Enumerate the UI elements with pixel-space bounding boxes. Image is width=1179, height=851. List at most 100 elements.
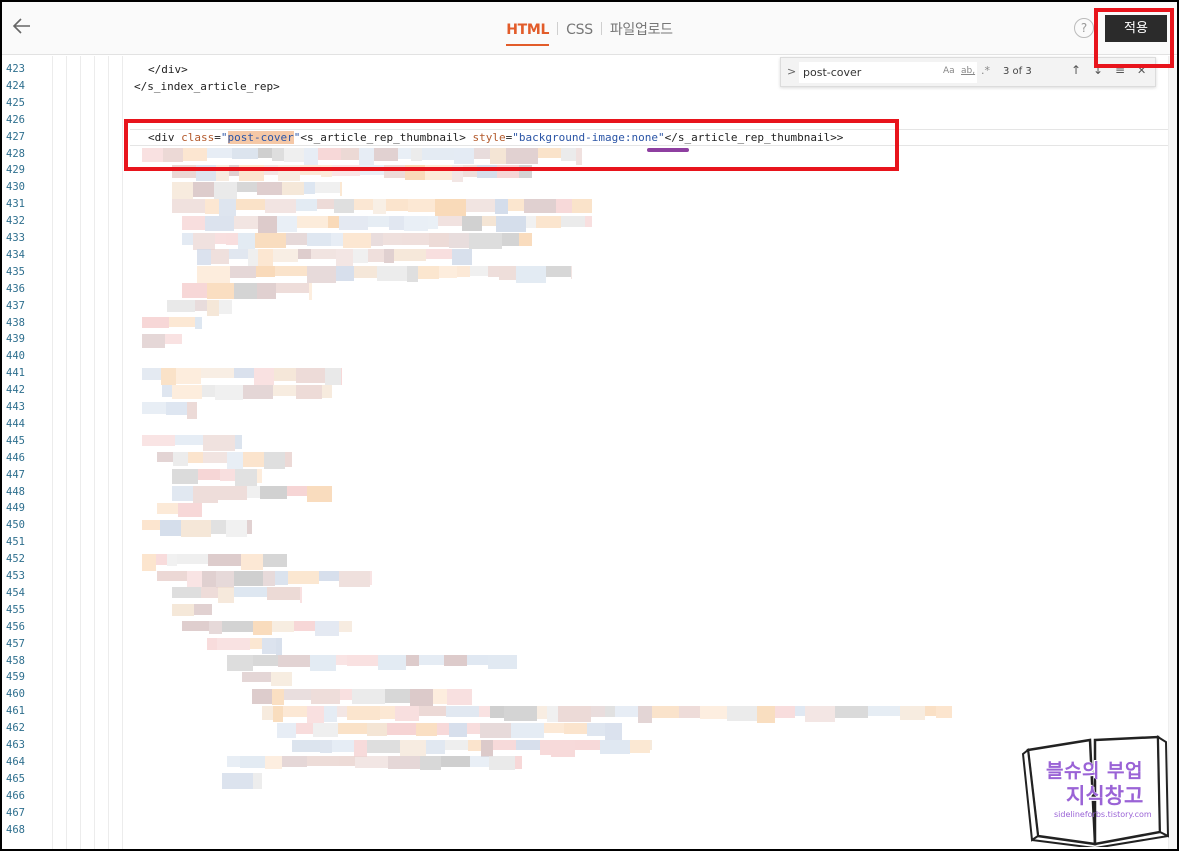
pixelated-block [547,705,558,722]
pixelated-block [248,249,258,267]
pixelated-block [367,739,400,753]
pixelated-block [315,621,339,637]
pixelated-block [284,688,311,700]
pixelated-block [292,739,320,752]
pixelated-block [172,181,193,199]
pixelated-block [275,266,307,277]
pixelated-block [600,739,630,754]
pixelated-block [195,317,202,329]
pixelated-block [368,215,389,227]
indent-guide [80,56,81,849]
pixelated-block [262,638,276,655]
pixelated-block [277,215,297,232]
pixelated-block [208,553,241,566]
pixelated-block [309,283,312,301]
pixelated-block [468,739,481,751]
pixelated-block [277,722,296,738]
pixelated-block [216,570,234,588]
tab-html[interactable]: HTML [506,22,549,46]
pixelated-block [385,688,410,703]
pixelated-block [347,655,378,666]
pixelated-block [727,705,757,721]
pixelated-block [307,705,324,723]
pixelated-block [480,722,511,738]
pixelated-block [462,215,482,231]
pixelated-block [218,587,234,604]
tab-css[interactable]: CSS [566,22,593,44]
line-number: 443 [6,401,25,413]
pixelated-block [388,756,420,770]
pixelated-block [339,621,352,633]
match-case-icon[interactable]: Aa [943,66,955,76]
pixelated-block [273,249,298,263]
pixelated-block [343,232,371,248]
pixelated-block [160,519,181,536]
pixelated-block [504,705,537,721]
pixelated-block [167,553,177,566]
line-number: 461 [6,705,25,718]
pixelated-block [236,198,265,210]
pixelated-block [177,553,208,564]
pixelated-block [194,604,212,616]
pixelated-block [227,756,240,768]
pixelated-block [540,739,551,755]
help-icon[interactable]: ? [1074,18,1094,38]
line-number: 430 [6,181,25,194]
pixelated-block [561,215,585,227]
tab-file-upload[interactable]: 파일업로드 [610,19,673,45]
pixelated-block [142,435,175,447]
watermark-subtitle: 지식창고 [1066,784,1144,808]
pixelated-block [202,384,215,397]
pixelated-block [243,452,264,468]
pixelated-block [495,198,508,214]
pixelated-block [209,621,222,635]
line-number: 463 [6,739,25,751]
regex-icon[interactable]: .* [981,64,990,77]
line-number: 428 [6,147,25,160]
pixelated-block [835,705,868,718]
find-expand-toggle[interactable]: > [787,65,796,78]
pixelated-block [227,452,243,470]
pixelated-block [387,722,416,735]
pixelated-block [142,333,165,348]
pixelated-block [298,249,311,260]
line-number: 454 [6,586,25,599]
pixelated-block [315,181,340,193]
pixelated-block [470,266,488,277]
pixelated-block [176,367,201,384]
pixelated-block [446,705,479,717]
pixelated-block [214,181,237,199]
pixelated-block [258,249,273,267]
pixelated-block [311,688,340,704]
pixelated-block [407,266,418,283]
line-number: 462 [6,722,25,735]
pixelated-block [287,486,307,496]
pixelated-block [282,181,304,195]
previous-match-icon[interactable]: ↑ [1071,63,1081,77]
pixelated-block [234,367,254,378]
pixelated-block [286,232,307,245]
pixelated-block [380,705,395,719]
pixelated-block [294,621,315,632]
pixelated-block [324,705,337,722]
whole-word-icon[interactable]: ab, [961,66,975,76]
pixelated-block [900,705,925,720]
pixelated-block [235,469,257,487]
pixelated-block [336,655,347,665]
code-editor[interactable]: </div> </s_index_article_rep> <div class… [2,56,1168,849]
pixelated-block [181,519,211,537]
pixelated-block [167,300,195,313]
pixelated-block [419,705,446,716]
pixelated-block [161,367,176,385]
pixelated-block [378,655,406,670]
line-number: 459 [6,671,25,684]
pixelated-block [499,266,516,281]
pixelated-block [419,655,444,665]
line-number: 425 [6,96,25,109]
pixelated-block [467,655,488,665]
pixelated-block [219,198,236,216]
line-number: 438 [6,316,25,329]
line-number: 458 [6,654,25,667]
pixelated-block [296,198,317,211]
pixelated-block [466,198,495,212]
